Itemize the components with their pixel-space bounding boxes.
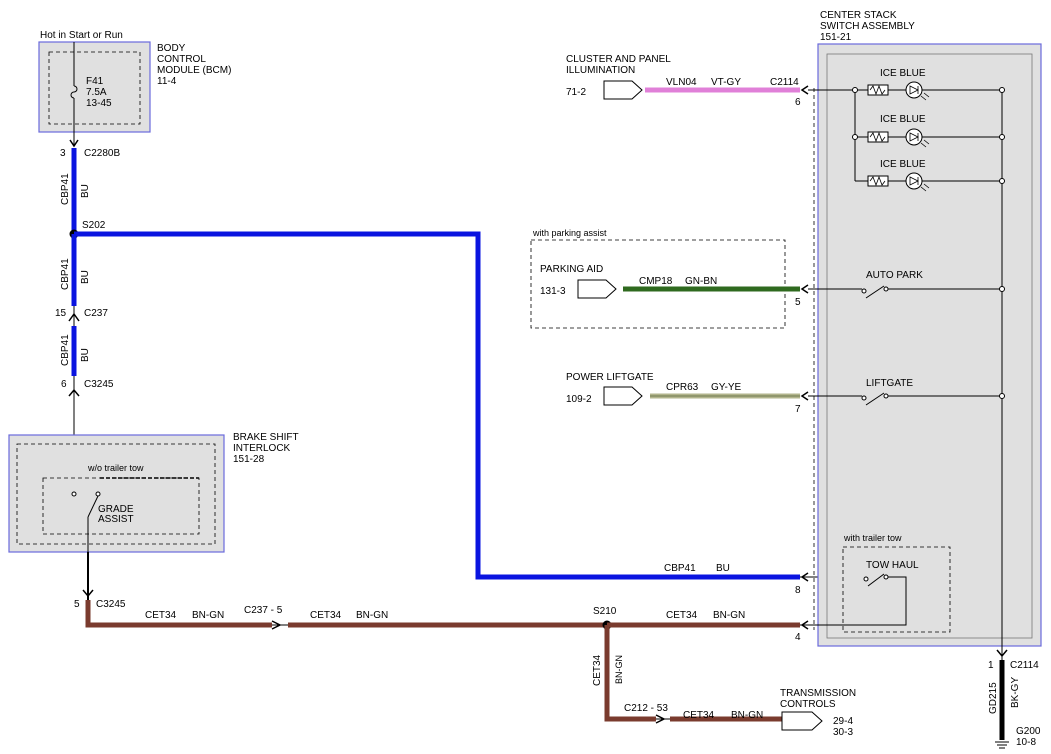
wire-bu-label-2: BU xyxy=(80,270,91,284)
wire-cbp41-label-1: CBP41 xyxy=(60,173,71,205)
cluster-title-2: ILLUMINATION xyxy=(566,65,635,76)
wiring-diagram: Hot in Start or Run BODY CONTROL MODULE … xyxy=(8,10,1042,749)
brake-title-2: INTERLOCK xyxy=(233,443,291,454)
wire-gnbn-label: GN-BN xyxy=(685,276,717,287)
wire-cbp41-label-4: CBP41 xyxy=(664,563,696,574)
pin-4: 4 xyxy=(795,632,801,643)
brake-title-1: BRAKE SHIFT xyxy=(233,432,299,443)
cluster-ref: 71-2 xyxy=(566,87,586,98)
tow-haul-label: TOW HAUL xyxy=(866,560,919,571)
c237-5-label: C237 - 5 xyxy=(244,605,283,616)
wire-bu-label-1: BU xyxy=(80,184,91,198)
liftgate-src-ref: 109-2 xyxy=(566,394,592,405)
wire-bngn-label-4: BN-GN xyxy=(614,655,624,684)
wire-cmp18-label: CMP18 xyxy=(639,276,673,287)
fuse-rating: 7.5A xyxy=(86,87,107,98)
wire-bkgy-label: BK-GY xyxy=(1010,677,1021,708)
center-stack-title-1: CENTER STACK xyxy=(820,10,897,21)
c3245-bot-label: C3245 xyxy=(96,599,126,610)
fuse-ref: 13-45 xyxy=(86,98,112,109)
cluster-title-1: CLUSTER AND PANEL xyxy=(566,54,671,65)
transmission-title-2: CONTROLS xyxy=(780,699,836,710)
liftgate-src-title: POWER LIFTGATE xyxy=(566,372,654,383)
ground-ref: 10-8 xyxy=(1016,737,1036,748)
wire-cet34-label-5: CET34 xyxy=(683,710,715,721)
wire-vtgy-label: VT-GY xyxy=(711,77,741,88)
center-stack-inner xyxy=(826,53,1033,639)
wire-bngn-label-1: BN-GN xyxy=(192,610,224,621)
c237-label: C237 xyxy=(84,308,108,319)
pin6-connector-icon xyxy=(800,85,809,95)
parking-ref: 131-3 xyxy=(540,286,566,297)
bcm-ref: 11-4 xyxy=(157,76,177,87)
wire-cbp41-label-2: CBP41 xyxy=(60,258,71,290)
c2280b-label: C2280B xyxy=(84,148,120,159)
auto-park-label: AUTO PARK xyxy=(866,270,923,281)
c212-53-label: C212 - 53 xyxy=(624,703,668,714)
center-stack-title-2: SWITCH ASSEMBLY xyxy=(820,21,915,32)
parking-option: with parking assist xyxy=(532,228,607,238)
s210-label: S210 xyxy=(593,606,617,617)
c2114-top-label: C2114 xyxy=(770,77,799,88)
fuse-name: F41 xyxy=(86,76,104,87)
wire-cet34-label-1: CET34 xyxy=(145,610,177,621)
brake-shift-box xyxy=(8,434,225,553)
led-icon xyxy=(905,172,923,190)
wire-cbp41-label-3: CBP41 xyxy=(60,334,71,366)
transmission-connector-icon xyxy=(781,711,823,731)
c237-pin: 15 xyxy=(55,308,67,319)
wire-bngn-label-3: BN-GN xyxy=(713,610,745,621)
pin5-connector-icon xyxy=(800,284,809,294)
led-2-label: ICE BLUE xyxy=(880,114,926,125)
c3245-top-pin: 6 xyxy=(61,379,67,390)
power-label: Hot in Start or Run xyxy=(40,30,123,41)
wire-bngn-label-5: BN-GN xyxy=(731,710,763,721)
transmission-ref-1: 29-4 xyxy=(833,716,853,727)
c2114-bot-pin: 1 xyxy=(988,660,994,671)
brake-option: w/o trailer tow xyxy=(87,463,144,473)
liftgate-label: LIFTGATE xyxy=(866,378,913,389)
grade-assist-label-2: ASSIST xyxy=(98,514,134,525)
parking-title: PARKING AID xyxy=(540,264,603,275)
pin-5: 5 xyxy=(795,297,801,308)
wire-cet34-label-2: CET34 xyxy=(310,610,342,621)
cluster-connector-icon xyxy=(603,80,643,100)
wire-cet34-label-4: CET34 xyxy=(592,654,603,686)
c3245-bot-pin: 5 xyxy=(74,599,80,610)
c3245-top-label: C3245 xyxy=(84,379,114,390)
pin-7: 7 xyxy=(795,404,801,415)
liftgate-connector-icon xyxy=(603,386,643,406)
pin-6: 6 xyxy=(795,97,801,108)
wire-gd215-label: GD215 xyxy=(988,682,999,714)
c2280b-pin: 3 xyxy=(60,148,66,159)
transmission-title-1: TRANSMISSION xyxy=(780,688,856,699)
wire-bu-label-4: BU xyxy=(716,563,730,574)
s202-label: S202 xyxy=(82,220,106,231)
pin-8: 8 xyxy=(795,585,801,596)
wire-cpr63-label: CPR63 xyxy=(666,382,699,393)
led-3-label: ICE BLUE xyxy=(880,159,926,170)
bcm-title-1: BODY xyxy=(157,43,186,54)
c2114-bot-label: C2114 xyxy=(1010,660,1039,671)
parking-connector-icon xyxy=(577,279,617,299)
bcm-title-3: MODULE (BCM) xyxy=(157,65,231,76)
led-1-label: ICE BLUE xyxy=(880,68,926,79)
wire-bu-label-3: BU xyxy=(80,348,91,362)
pin7-connector-icon xyxy=(800,391,809,401)
bcm-title-2: CONTROL xyxy=(157,54,206,65)
wire-bngn-label-2: BN-GN xyxy=(356,610,388,621)
wire-vln04-label: VLN04 xyxy=(666,77,697,88)
led-icon xyxy=(905,128,923,146)
led-icon xyxy=(905,81,923,99)
wire-cet34-label-3: CET34 xyxy=(666,610,698,621)
brake-ref: 151-28 xyxy=(233,454,265,465)
wire-gyye-label: GY-YE xyxy=(711,382,742,393)
ground-name: G200 xyxy=(1016,726,1041,737)
transmission-ref-2: 30-3 xyxy=(833,727,853,738)
center-stack-ref: 151-21 xyxy=(820,32,852,43)
trailer-option: with trailer tow xyxy=(843,533,902,543)
